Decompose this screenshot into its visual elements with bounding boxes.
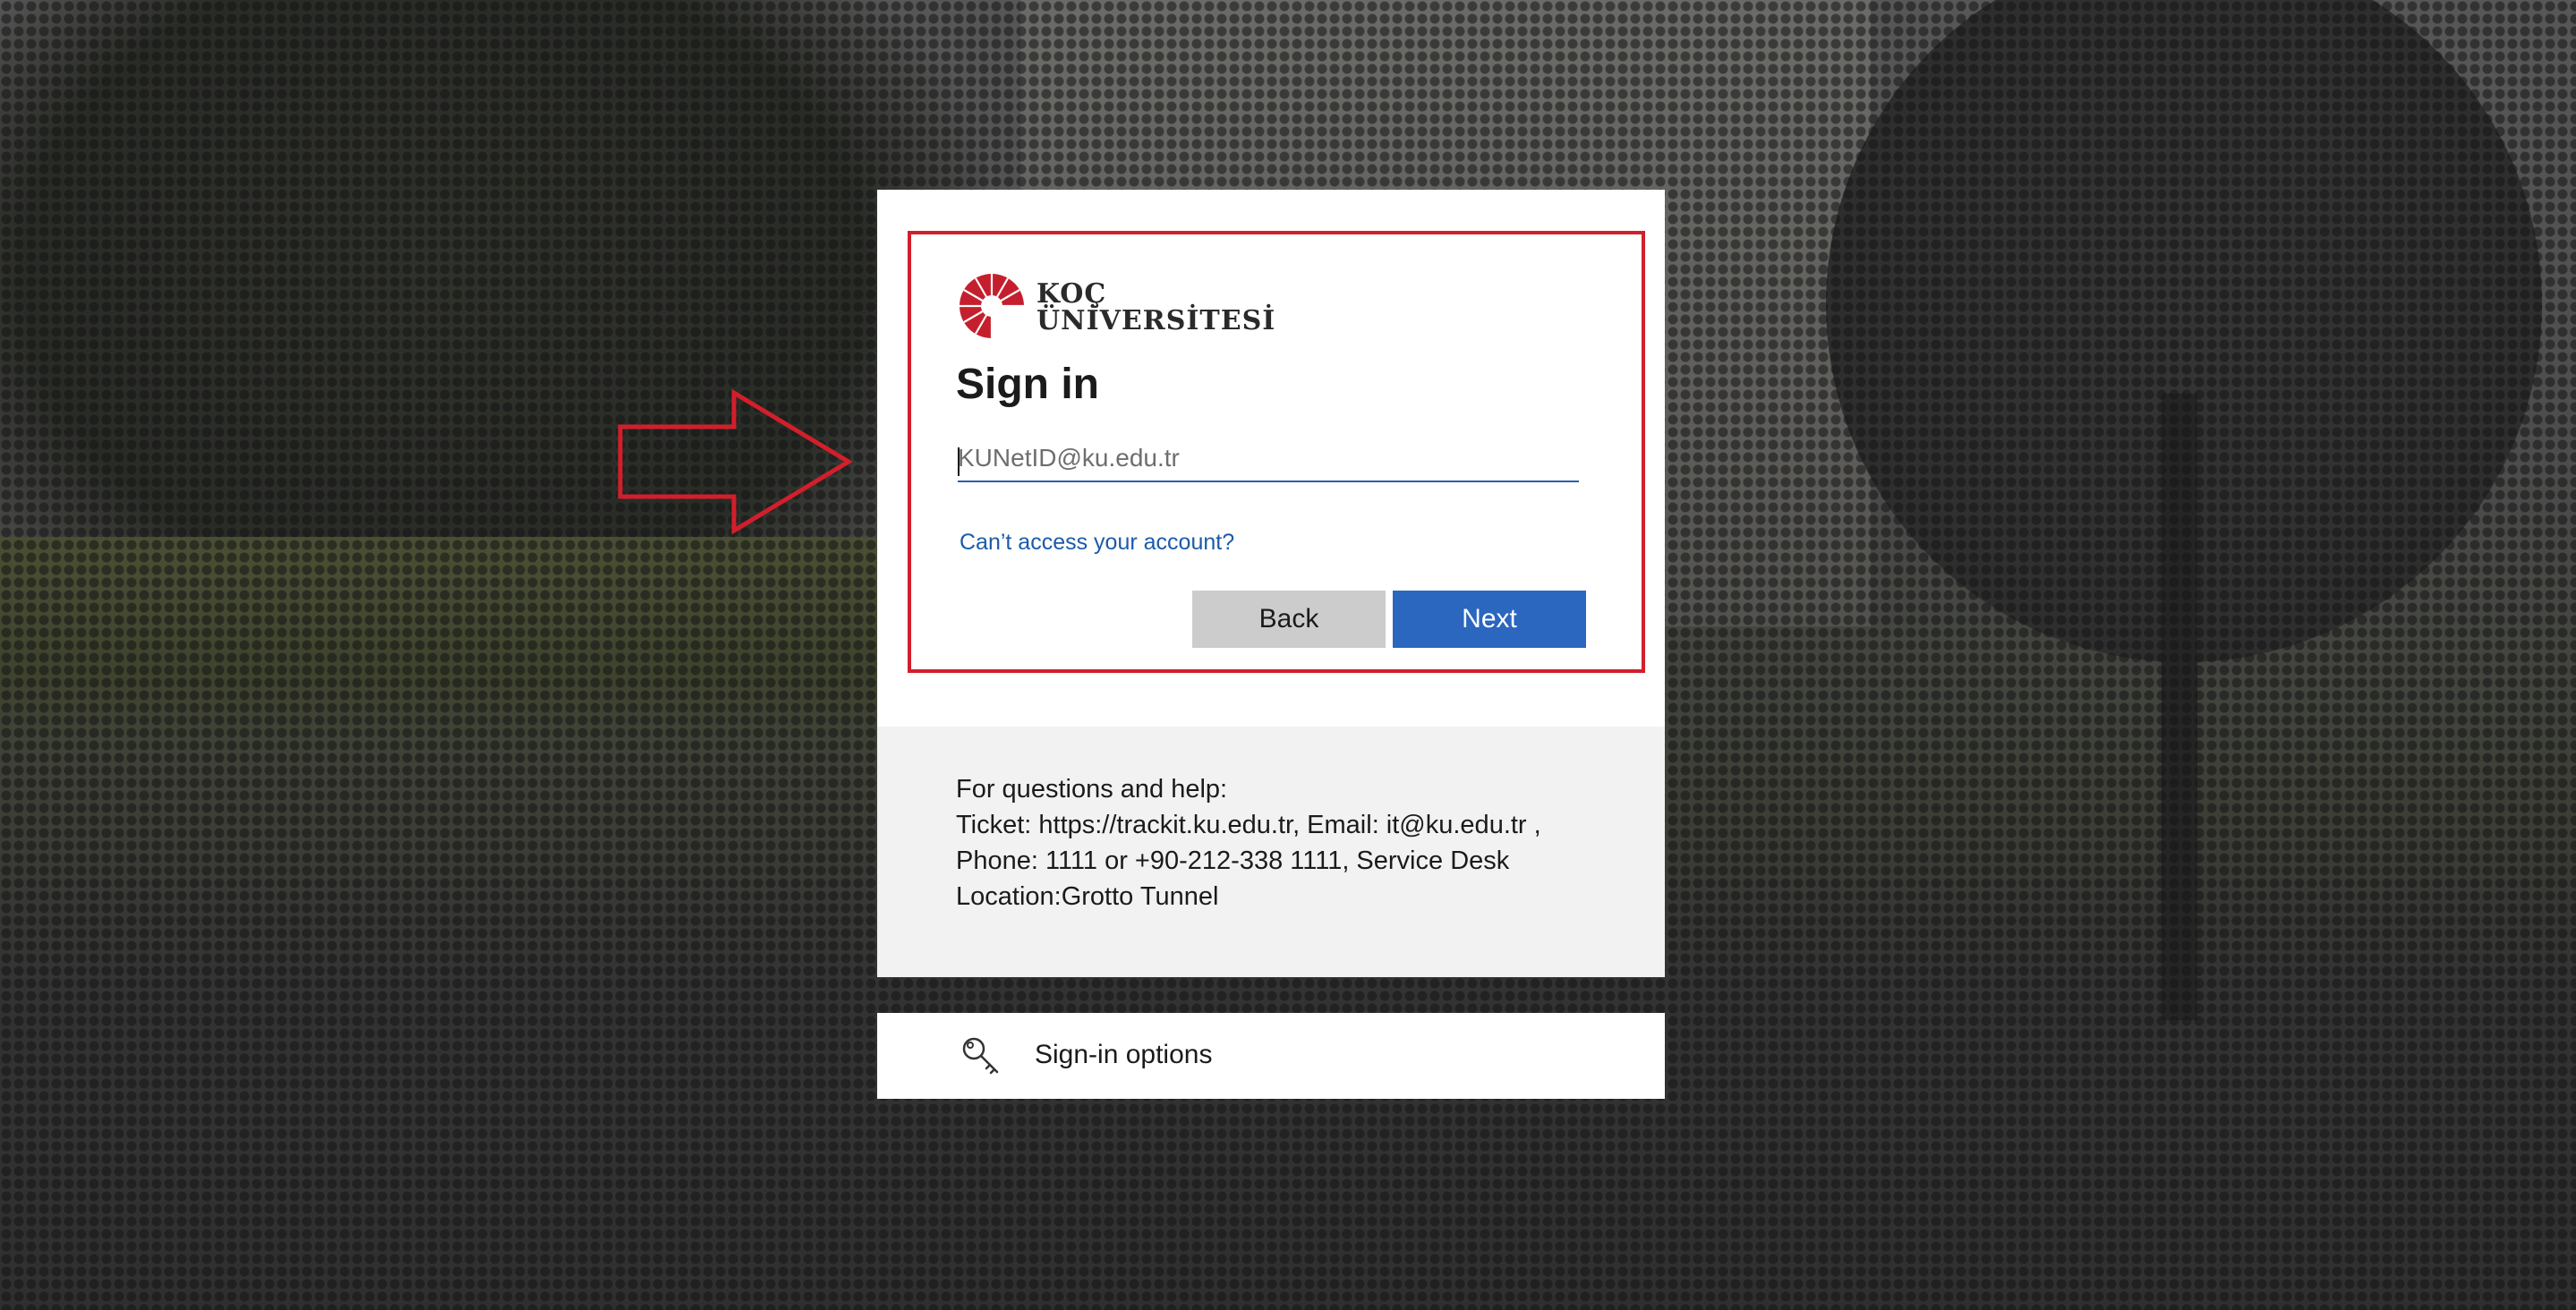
help-line: Location:Grotto Tunnel bbox=[956, 882, 1219, 911]
key-icon bbox=[962, 1037, 999, 1075]
annotation-arrow-icon bbox=[618, 389, 852, 534]
help-line: Phone: 1111 or +90-212-338 1111, Service… bbox=[956, 846, 1510, 875]
next-button[interactable]: Next bbox=[1393, 591, 1586, 648]
koc-sunburst-logo-icon bbox=[960, 274, 1028, 342]
help-panel: For questions and help: Ticket: https://… bbox=[877, 727, 1665, 977]
signin-panel: KOÇ ÜNİVERSİTESİ Sign in Can’t access yo… bbox=[877, 190, 1665, 727]
help-line: For questions and help: bbox=[956, 775, 1228, 804]
koc-university-logo: KOÇ ÜNİVERSİTESİ bbox=[956, 270, 1275, 342]
signin-options-label: Sign-in options bbox=[1035, 1040, 1213, 1069]
cant-access-account-link[interactable]: Can’t access your account? bbox=[960, 530, 1234, 556]
logo-text-line1: KOÇ bbox=[1036, 278, 1107, 310]
back-button[interactable]: Back bbox=[1192, 591, 1386, 648]
help-text: For questions and help: Ticket: https://… bbox=[956, 771, 1618, 914]
logo-text-line2: ÜNİVERSİTESİ bbox=[1036, 305, 1276, 336]
email-field[interactable] bbox=[958, 436, 1579, 482]
page-title: Sign in bbox=[956, 361, 1099, 408]
signin-card: KOÇ ÜNİVERSİTESİ Sign in Can’t access yo… bbox=[877, 190, 1665, 977]
signin-options-button[interactable]: Sign-in options bbox=[877, 1013, 1665, 1099]
text-cursor bbox=[958, 447, 960, 476]
logo-wordmark: KOÇ ÜNİVERSİTESİ bbox=[1036, 281, 1275, 335]
help-line: Ticket: https://trackit.ku.edu.tr, Email… bbox=[956, 811, 1541, 839]
